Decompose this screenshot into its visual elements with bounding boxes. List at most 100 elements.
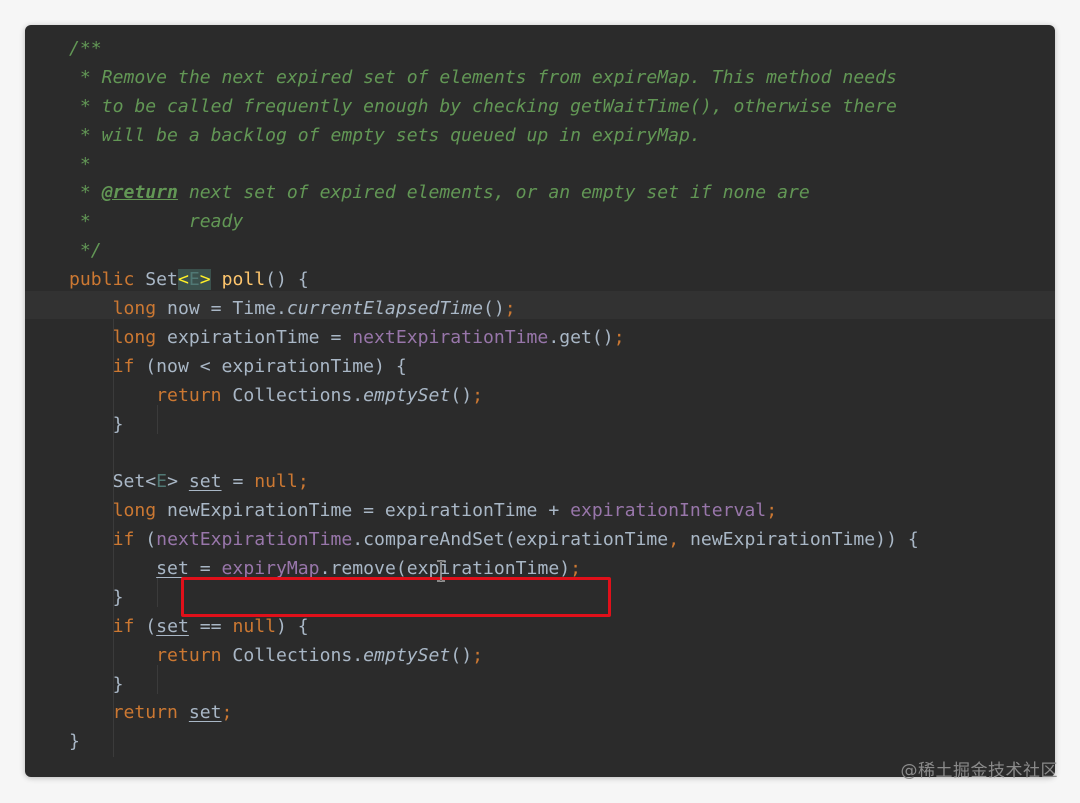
code-text: .compareAndSet(expirationTime — [352, 529, 669, 551]
code-line: if (now < expirationTime) { — [69, 353, 1055, 382]
semicolon: ; — [297, 471, 309, 493]
method-close-brace: } — [69, 731, 80, 753]
code-line: * to be called frequently enough by chec… — [69, 93, 1055, 122]
variable-set: set — [156, 558, 189, 580]
return-type: Set — [134, 269, 178, 291]
semicolon: ; — [472, 384, 484, 406]
code-line: } — [69, 728, 1055, 757]
code-text: () { — [265, 269, 309, 291]
bracket-match: < — [177, 269, 189, 291]
code-text: Set< — [112, 471, 157, 493]
field-ref: expiryMap — [221, 558, 320, 580]
code-text: () — [450, 644, 473, 666]
field-ref: nextExpirationTime — [352, 326, 549, 348]
static-method: emptySet — [363, 644, 451, 666]
code-text: == — [188, 615, 233, 637]
keyword: null — [254, 471, 298, 493]
code-block: /** * Remove the next expired set of ele… — [69, 35, 1055, 757]
code-line: return Collections.emptySet(); — [69, 382, 1055, 411]
keyword: long — [112, 298, 157, 320]
static-method: emptySet — [363, 384, 451, 406]
code-line: return set; — [69, 699, 1055, 728]
code-text: expirationTime = — [156, 326, 353, 348]
bracket-match: > — [199, 269, 211, 291]
keyword: if — [112, 529, 135, 551]
code-editor[interactable]: /** * Remove the next expired set of ele… — [25, 25, 1055, 777]
variable-set: set — [188, 702, 222, 724]
keyword: null — [232, 615, 277, 637]
type-param: E — [156, 471, 168, 493]
code-line: long expirationTime = nextExpirationTime… — [69, 324, 1055, 353]
semicolon: ; — [613, 326, 625, 348]
close-brace: } — [112, 586, 124, 608]
field-ref: nextExpirationTime — [156, 529, 353, 551]
code-line: if (nextExpirationTime.compareAndSet(exp… — [69, 526, 1055, 555]
code-text: Collections. — [221, 384, 364, 406]
code-text: newExpirationTime)) { — [679, 529, 919, 551]
doc-return-tag: @return — [101, 182, 178, 204]
doc-comment: * — [69, 153, 91, 175]
code-line: * Remove the next expired set of element… — [69, 64, 1055, 93]
close-brace: } — [112, 673, 124, 695]
doc-comment: * — [69, 182, 102, 204]
comma: , — [668, 529, 680, 551]
keyword: public — [69, 269, 135, 291]
code-text: ( — [134, 615, 157, 637]
code-line: } — [69, 411, 1055, 440]
code-line: * — [69, 151, 1055, 180]
field-ref: expirationInterval — [570, 500, 767, 522]
keyword: long — [112, 326, 157, 348]
method-name: poll — [221, 269, 266, 291]
doc-comment: * will be a backlog of empty sets queued… — [69, 124, 701, 146]
code-text: > — [167, 471, 189, 493]
static-method: currentElapsedTime — [286, 298, 483, 320]
code-line: if (set == null) { — [69, 613, 1055, 642]
doc-comment: next set of expired elements, or an empt… — [177, 182, 810, 204]
type-param: E — [188, 269, 200, 291]
code-text: .get() — [548, 326, 614, 348]
code-line: long newExpirationTime = expirationTime … — [69, 497, 1055, 526]
variable-set: set — [188, 471, 222, 493]
variable-set: set — [156, 615, 189, 637]
keyword: if — [112, 355, 135, 377]
code-text: (now < expirationTime) { — [134, 355, 407, 377]
keyword: long — [112, 500, 157, 522]
code-line: * @return next set of expired elements, … — [69, 179, 1055, 208]
code-line: long now = Time.currentElapsedTime(); — [69, 295, 1055, 324]
semicolon: ; — [766, 500, 778, 522]
code-text: ) { — [276, 615, 309, 637]
code-line: * will be a backlog of empty sets queued… — [69, 122, 1055, 151]
semicolon: ; — [570, 558, 582, 580]
close-brace: } — [112, 413, 124, 435]
doc-comment: /** — [69, 38, 102, 59]
code-line: return Collections.emptySet(); — [69, 642, 1055, 671]
semicolon: ; — [504, 298, 516, 320]
keyword: return — [112, 702, 178, 724]
semicolon: ; — [472, 644, 484, 666]
doc-comment: * ready — [69, 211, 244, 233]
keyword: return — [156, 644, 222, 666]
method-signature: public Set<E> poll() { — [69, 266, 1055, 295]
code-line: * ready — [69, 208, 1055, 237]
code-text: = — [221, 471, 255, 493]
watermark: @稀土掘金技术社区 — [900, 761, 1058, 781]
code-line: /** — [69, 35, 1055, 64]
code-text: now = Time. — [156, 298, 287, 320]
doc-comment: * Remove the next expired set of element… — [69, 66, 897, 88]
code-text: Collections. — [221, 644, 364, 666]
code-text: () — [482, 298, 505, 320]
text-cursor-icon — [435, 560, 447, 582]
code-text: newExpirationTime = expirationTime + — [156, 500, 571, 522]
code-text: = — [188, 558, 222, 580]
red-highlight-box — [181, 577, 611, 617]
code-line: } — [69, 671, 1055, 700]
keyword: if — [112, 615, 135, 637]
code-text: ( — [134, 529, 157, 551]
code-line: */ — [69, 237, 1055, 266]
semicolon: ; — [221, 702, 233, 724]
code-text: () — [450, 384, 473, 406]
code-line: Set<E> set = null; — [69, 468, 1055, 497]
